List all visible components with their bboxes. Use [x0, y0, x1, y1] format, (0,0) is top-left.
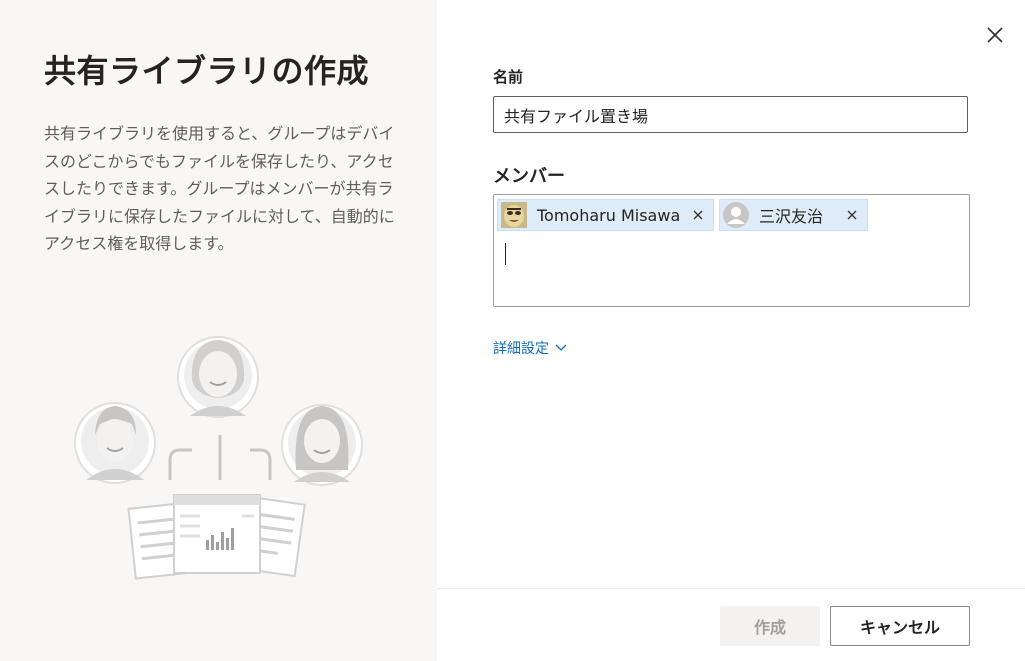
- create-button[interactable]: 作成: [720, 606, 820, 646]
- members-picker[interactable]: Tomoharu Misawa 三沢友治: [493, 194, 970, 307]
- text-caret: [505, 243, 506, 265]
- member-name: 三沢友治: [759, 207, 824, 226]
- member-chip[interactable]: 三沢友治: [719, 199, 868, 231]
- footer-divider: [437, 588, 1025, 589]
- custom-avatar: [501, 202, 527, 228]
- name-input[interactable]: [493, 96, 968, 133]
- member-chip[interactable]: Tomoharu Misawa: [497, 199, 714, 231]
- advanced-settings-label: 詳細設定: [493, 341, 549, 357]
- close-icon[interactable]: [984, 24, 1006, 46]
- name-label: 名前: [493, 68, 524, 86]
- remove-member-icon[interactable]: [845, 208, 859, 222]
- advanced-settings-toggle[interactable]: 詳細設定: [493, 338, 567, 358]
- dialog-title: 共有ライブラリの作成: [44, 52, 370, 90]
- dialog-description: 共有ライブラリを使用すると、グループはデバイスのどこからでもファイルを保存したり…: [44, 124, 395, 253]
- default-person-avatar: [723, 202, 749, 228]
- cancel-button[interactable]: キャンセル: [830, 606, 970, 646]
- chevron-down-icon: [555, 344, 567, 351]
- people-sharing-files-illustration: [74, 336, 363, 580]
- info-panel: 共有ライブラリの作成 共有ライブラリを使用すると、グループはデバイスのどこからで…: [0, 0, 437, 661]
- member-name: Tomoharu Misawa: [537, 205, 681, 225]
- remove-member-icon[interactable]: [691, 208, 705, 222]
- members-label: メンバー: [493, 166, 565, 187]
